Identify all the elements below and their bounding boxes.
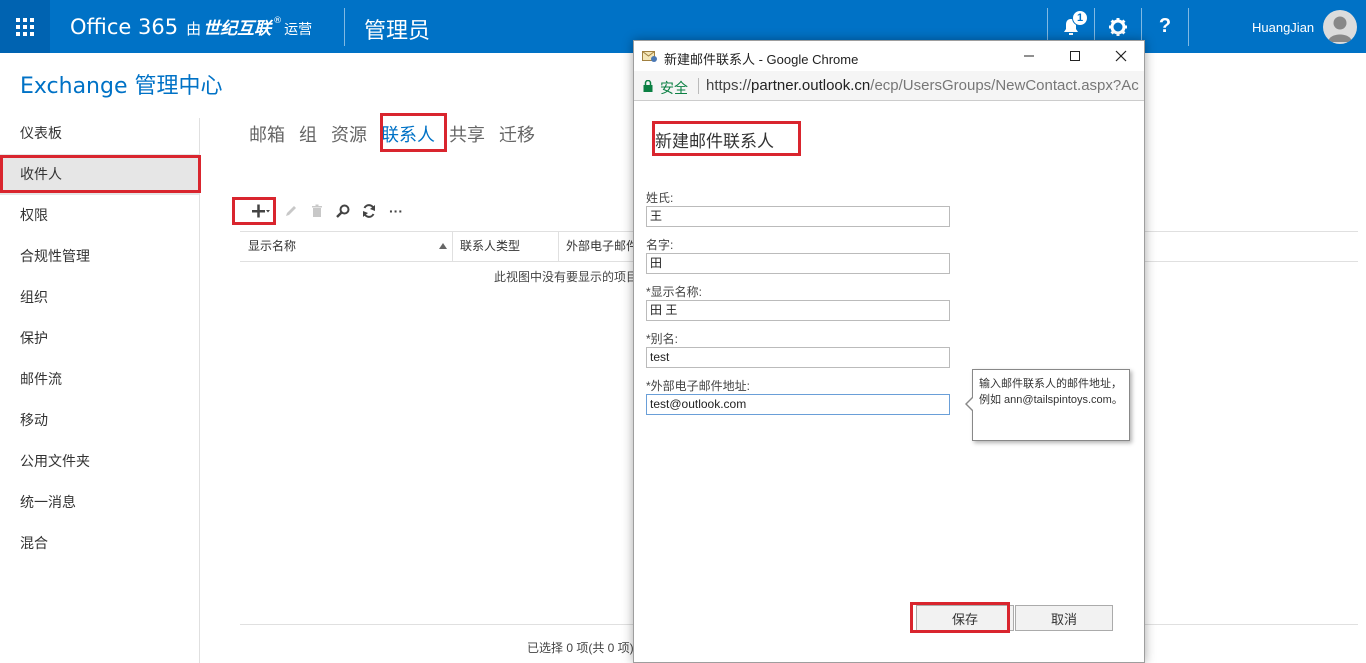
tab-shared[interactable]: 共享 [449,121,485,147]
minimize-button[interactable] [1006,41,1052,71]
search-icon [336,204,350,218]
url-path: /ecp/UsersGroups/NewContact.aspx?Ac [870,77,1139,94]
help-button[interactable]: ? [1142,0,1188,53]
avatar[interactable] [1323,10,1357,44]
sidebar: 仪表板 收件人 权限 合规性管理 组织 保护 邮件流 移动 公用文件夹 统一消息… [0,113,200,564]
selection-status: 已选择 0 项(共 0 项) [527,641,634,655]
brand-name: Office 365 [70,15,179,39]
refresh-icon [363,204,375,218]
window-title: 新建邮件联系人 - Google Chrome [664,52,859,67]
sidebar-item-dashboard[interactable]: 仪表板 [0,113,200,154]
maximize-button[interactable] [1052,41,1098,71]
column-header-label: 外部电子邮件 [566,239,639,253]
empty-view-message: 此视图中没有要显示的项目 [494,270,639,284]
sidebar-item-mail-flow[interactable]: 邮件流 [0,359,200,400]
alias-label: *别名: [646,332,679,346]
sidebar-item-compliance[interactable]: 合规性管理 [0,236,200,277]
help-tooltip: 输入邮件联系人的邮件地址，例如 ann@tailspintoys.com。 [965,369,1130,441]
more-icon: ··· [389,203,403,219]
column-header-label: 显示名称 [248,239,297,253]
sidebar-divider [199,118,200,663]
maximize-icon [1070,51,1080,61]
brand-vendor-mark: ® [273,16,283,26]
edit-button[interactable] [282,201,300,221]
url-text: https://partner.outlook.cn/ecp/UsersGrou… [706,77,1139,94]
first-name-label: 名字: [646,238,674,252]
tab-contacts[interactable]: 联系人 [381,121,435,147]
mail-contact-icon [642,51,657,62]
more-button[interactable]: ··· [386,201,406,221]
topbar-divider [344,8,345,46]
tooltip-text: 输入邮件联系人的邮件地址，例如 ann@tailspintoys.com。 [979,378,1123,406]
sidebar-item-public-folders[interactable]: 公用文件夹 [0,441,200,482]
refresh-button[interactable] [360,201,378,221]
sidebar-item-organization[interactable]: 组织 [0,277,200,318]
form-title: 新建邮件联系人 [655,132,774,152]
close-button[interactable] [1098,41,1144,71]
brand[interactable]: Office 365 由 世纪互联 ® 运营 [70,14,312,39]
sidebar-item-hybrid[interactable]: 混合 [0,523,200,564]
brand-operated: 运营 [284,22,313,38]
page-title: Exchange 管理中心 [20,74,223,99]
url-scheme: https:// [706,77,752,94]
brand-by: 由 [186,20,202,38]
last-name-field[interactable]: 王 [646,206,950,227]
tab-mailboxes[interactable]: 邮箱 [249,121,285,147]
delete-icon [312,204,322,217]
sidebar-item-unified-messaging[interactable]: 统一消息 [0,482,200,523]
external-email-field[interactable]: test@outlook.com [646,394,950,415]
new-button[interactable] [244,201,274,221]
gear-icon [1109,17,1127,36]
close-icon [1115,50,1127,62]
display-name-field[interactable]: 田 王 [646,300,950,321]
add-icon [252,204,270,218]
cancel-button[interactable]: 取消 [1015,605,1113,631]
external-email-label: *外部电子邮件地址: [646,379,751,393]
sort-ascending-icon [439,243,447,249]
column-header-display-name[interactable]: 显示名称 [240,232,452,261]
url-host: partner.outlook.cn [751,77,871,94]
lock-icon [643,80,653,92]
delete-button[interactable] [308,201,326,221]
notification-badge: 1 [1072,10,1088,26]
window-titlebar[interactable]: 新建邮件联系人 - Google Chrome [634,41,1144,71]
admin-title[interactable]: 管理员 [364,13,430,45]
toolbar: ··· [244,200,414,222]
display-name-label: *显示名称: [646,285,703,299]
first-name-field[interactable]: 田 [646,253,950,274]
tooltip-arrow [967,397,974,411]
tab-bar: 邮箱 组 资源 联系人 共享 迁移 [249,121,549,147]
waffle-icon [16,17,34,36]
sidebar-item-protection[interactable]: 保护 [0,318,200,359]
sidebar-item-recipients[interactable]: 收件人 [0,154,200,195]
secure-label: 安全 [660,80,688,96]
minimize-icon [1024,55,1034,57]
alias-field[interactable]: test [646,347,950,368]
help-icon: ? [1158,15,1172,37]
user-icon [1328,16,1352,42]
sidebar-item-mobile[interactable]: 移动 [0,400,200,441]
tab-migration[interactable]: 迁移 [499,121,535,147]
address-divider [698,78,699,94]
address-bar[interactable]: 安全 https://partner.outlook.cn/ecp/UsersG… [634,71,1144,101]
tab-groups[interactable]: 组 [299,121,317,147]
search-button[interactable] [334,201,352,221]
save-button[interactable]: 保存 [916,605,1014,631]
last-name-label: 姓氏: [646,191,674,205]
app-launcher-button[interactable] [0,0,50,53]
user-name[interactable]: HuangJian [1252,20,1314,35]
column-header-contact-type[interactable]: 联系人类型 [452,232,558,261]
topbar-divider [1188,8,1189,46]
column-header-label: 联系人类型 [460,239,521,253]
new-contact-window: 新建邮件联系人 - Google Chrome 安全 https://partn… [633,40,1145,663]
edit-icon [286,206,296,216]
brand-vendor: 世纪互联 [203,19,272,39]
sidebar-item-permissions[interactable]: 权限 [0,195,200,236]
tab-resources[interactable]: 资源 [331,121,367,147]
